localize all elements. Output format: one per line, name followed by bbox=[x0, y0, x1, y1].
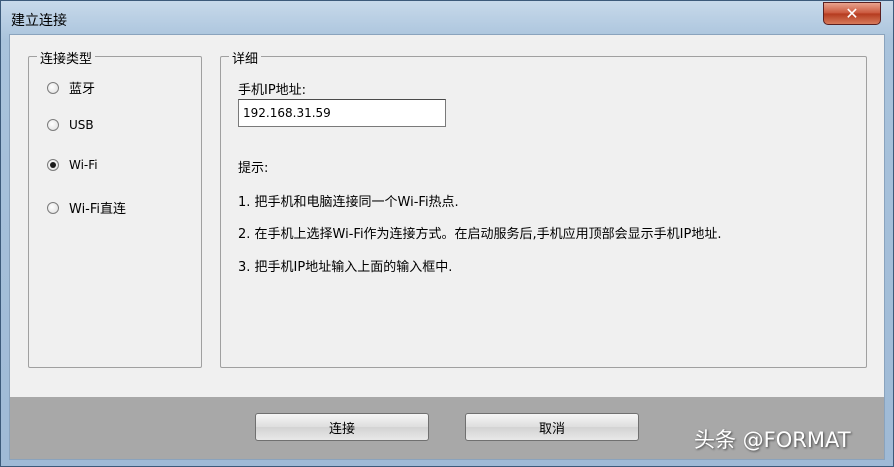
hint-title: 提示: bbox=[238, 161, 269, 176]
details-legend: 详细 bbox=[229, 48, 262, 67]
radio-label: Wi-Fi bbox=[69, 158, 98, 172]
hint-line-2: 2. 在手机上选择Wi-Fi作为连接方式。在启动服务后,手机应用顶部会显示手机I… bbox=[238, 227, 722, 242]
connection-type-legend: 连接类型 bbox=[37, 48, 96, 67]
window-title: 建立连接 bbox=[11, 13, 67, 29]
hint-line-1: 1. 把手机和电脑连接同一个Wi-Fi热点. bbox=[238, 195, 459, 210]
watermark-text: 头条 @FORMAT bbox=[694, 428, 851, 452]
radio-usb[interactable]: USB bbox=[47, 118, 94, 132]
details-group: 详细 手机IP地址: 提示: 1. 把手机和电脑连接同一个Wi-Fi热点. 2.… bbox=[220, 48, 867, 368]
radio-label: 蓝牙 bbox=[69, 82, 96, 97]
radio-wifi[interactable]: Wi-Fi bbox=[47, 158, 98, 172]
connect-dialog-window: 建立连接 ✕ 连接类型 蓝牙 USB Wi-Fi Wi-Fi直连 详细 手机IP… bbox=[0, 0, 894, 467]
radio-button-icon[interactable] bbox=[47, 81, 59, 94]
close-icon: ✕ bbox=[845, 4, 859, 23]
dialog-client-area: 连接类型 蓝牙 USB Wi-Fi Wi-Fi直连 详细 手机IP地址: 提示 bbox=[9, 34, 885, 460]
radio-bluetooth[interactable]: 蓝牙 bbox=[47, 78, 95, 97]
connect-button[interactable]: 连接 bbox=[255, 413, 429, 441]
cancel-button[interactable]: 取消 bbox=[465, 413, 639, 441]
radio-label: Wi-Fi直连 bbox=[69, 202, 127, 217]
title-bar[interactable]: 建立连接 ✕ bbox=[1, 1, 893, 35]
radio-button-icon[interactable] bbox=[47, 201, 59, 214]
radio-button-checked-icon[interactable] bbox=[47, 159, 59, 171]
hint-line-3: 3. 把手机IP地址输入上面的输入框中. bbox=[238, 260, 453, 275]
radio-label: USB bbox=[69, 118, 94, 132]
close-button[interactable]: ✕ bbox=[823, 2, 881, 25]
ip-address-input[interactable] bbox=[238, 99, 446, 127]
ip-address-label: 手机IP地址: bbox=[238, 83, 307, 98]
radio-wifi-direct[interactable]: Wi-Fi直连 bbox=[47, 198, 126, 217]
radio-button-icon[interactable] bbox=[47, 119, 59, 131]
connection-type-group: 连接类型 蓝牙 USB Wi-Fi Wi-Fi直连 bbox=[28, 48, 202, 368]
